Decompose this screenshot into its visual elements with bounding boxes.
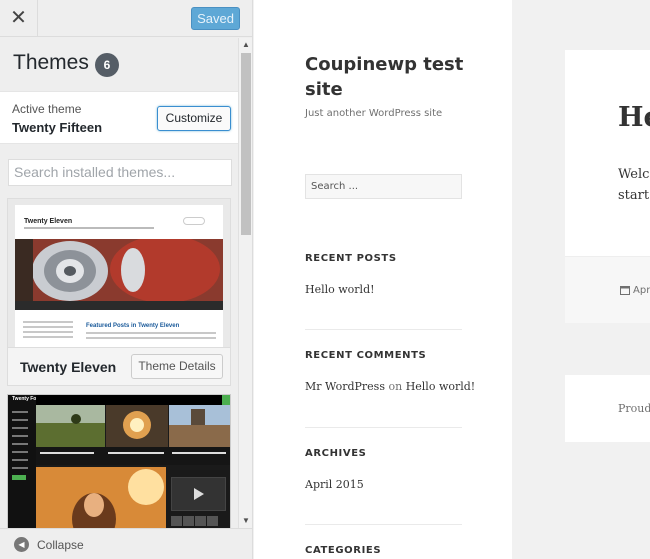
post-title-link[interactable]: He: [618, 102, 650, 133]
site-sidebar: Coupinewp test site Just another WordPre…: [254, 0, 512, 559]
collapse-label: Collapse: [37, 538, 84, 552]
post-meta: Apr: [565, 256, 650, 323]
screenshot-nav-bar: [36, 395, 230, 405]
post-content-line: start l: [618, 188, 650, 203]
site-tagline: Just another WordPress site: [305, 108, 443, 119]
theme-card-twenty-eleven[interactable]: Twenty Eleven Featured Posts in Twenty E…: [7, 198, 231, 386]
post-date-link[interactable]: Apr: [633, 285, 650, 296]
screenshot-sidebar: [8, 405, 36, 528]
search-themes-input[interactable]: Search installed themes...: [8, 159, 232, 186]
screenshot-search-box: [183, 217, 205, 225]
customizer-header: ✕ Saved: [0, 0, 252, 37]
site-footer: Proudl: [565, 375, 650, 442]
screenshot-video-widget: [171, 477, 226, 511]
theme-details-button[interactable]: Theme Details: [131, 354, 223, 379]
scroll-down-arrow-icon[interactable]: ▼: [239, 514, 252, 528]
theme-card-twenty-fourteen[interactable]: Twenty Fourteen: [7, 394, 231, 528]
calendar-icon: [620, 285, 630, 298]
recent-comment: Mr WordPress on Hello world!: [305, 380, 475, 393]
recent-posts-heading: RECENT POSTS: [305, 253, 397, 264]
archives-heading: ARCHIVES: [305, 448, 367, 459]
theme-screenshot: Twenty Eleven Featured Posts in Twenty E…: [8, 199, 230, 347]
screenshot-search-icon: [222, 395, 230, 405]
screenshot-tagline-bar: [24, 227, 154, 229]
comment-author-link[interactable]: Mr WordPress: [305, 380, 385, 393]
footer-credit-link[interactable]: Proudl: [618, 402, 650, 415]
screenshot-featured-image-1: [36, 405, 105, 447]
screenshot-header-image: [15, 239, 223, 301]
screenshot-site-title: Twenty Eleven: [24, 218, 73, 225]
site-preview: Coupinewp test site Just another WordPre…: [254, 0, 650, 559]
archive-link[interactable]: April 2015: [305, 478, 364, 491]
screenshot-featured-image-3: [169, 405, 230, 447]
comment-post-link[interactable]: Hello world!: [406, 380, 476, 393]
collapse-button[interactable]: ◀ Collapse: [0, 528, 252, 559]
screenshot-thumbnails: [171, 513, 226, 528]
theme-name: Twenty Eleven: [20, 359, 117, 375]
scroll-up-arrow-icon[interactable]: ▲: [239, 38, 252, 52]
widget-divider: [305, 427, 462, 428]
categories-heading: CATEGORIES: [305, 545, 382, 556]
active-theme-name: Twenty Fifteen: [12, 120, 103, 135]
panel-scrollbar[interactable]: ▲ ▼: [238, 38, 252, 528]
widget-divider: [305, 329, 462, 330]
widget-divider: [305, 524, 462, 525]
scrollbar-thumb[interactable]: [241, 53, 251, 235]
close-icon[interactable]: ✕: [0, 0, 38, 36]
recent-comments-heading: RECENT COMMENTS: [305, 350, 427, 361]
theme-count-badge: 6: [95, 53, 119, 77]
active-theme-label: Active theme: [12, 102, 82, 116]
screenshot-large-image: [36, 467, 166, 528]
post-article: He Welco start l Apr: [565, 50, 650, 323]
saved-button[interactable]: Saved: [191, 7, 240, 30]
active-theme-panel: Active theme Twenty Fifteen Customize: [0, 91, 238, 144]
customize-button[interactable]: Customize: [157, 106, 231, 131]
screenshot-featured-image-2: [106, 405, 168, 447]
theme-card-footer: Twenty Eleven Theme Details: [8, 347, 230, 385]
comment-on-text: on: [388, 380, 403, 393]
themes-header: Themes 6: [0, 38, 238, 91]
post-content-line: Welco: [618, 167, 650, 182]
screenshot-sidebar-lines: [23, 321, 73, 341]
site-title-link[interactable]: Coupinewp test site: [305, 52, 495, 102]
post-content: Welco start l: [618, 164, 650, 206]
page-title: Themes: [13, 51, 89, 74]
customizer-panel: Themes 6 Active theme Twenty Fifteen Cus…: [0, 38, 238, 528]
recent-post-link[interactable]: Hello world!: [305, 283, 375, 296]
screenshot-captions: [36, 447, 230, 465]
site-search-input[interactable]: Search ...: [305, 174, 462, 199]
customizer-sidebar: ✕ Saved Themes 6 Active theme Twenty Fif…: [0, 0, 253, 559]
screenshot-nav-bar: [15, 301, 223, 310]
screenshot-content-lines: [86, 332, 216, 342]
header-image-art: [15, 239, 223, 301]
collapse-arrow-icon: ◀: [14, 537, 29, 552]
screenshot-featured-heading: Featured Posts in Twenty Eleven: [86, 323, 180, 329]
